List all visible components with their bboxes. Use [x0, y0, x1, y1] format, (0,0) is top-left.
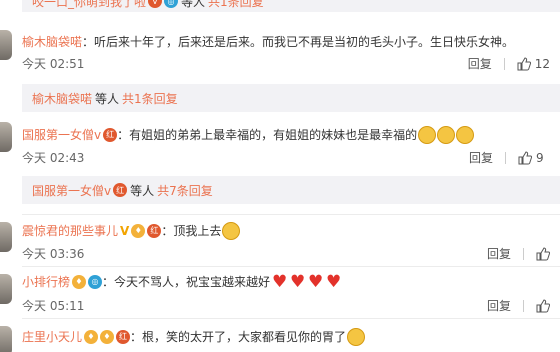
comment-author[interactable]: 震惊君的那些事儿	[22, 223, 118, 239]
divider	[503, 58, 505, 70]
avatar[interactable]	[0, 274, 12, 304]
member-badge-icon: ♦	[84, 330, 99, 344]
comment-time: 今天 05:11	[22, 299, 85, 313]
thumbs-up-icon	[517, 57, 531, 71]
grin-emoji-icon	[456, 126, 475, 144]
comment-body: 榆木脑袋喏 ：听后来十年了，后来还是后来。而我已不再是当初的毛头小子。生日快乐女…	[22, 34, 514, 50]
camera-badge-icon: ◎	[164, 0, 179, 8]
grin-emoji-icon	[437, 126, 456, 144]
reply-button[interactable]: 回复	[487, 298, 511, 314]
divider	[22, 214, 560, 215]
comment-time: 今天 03:36	[22, 247, 85, 261]
thumbs-up-icon	[536, 299, 550, 313]
comment-item: 榆木脑袋喏 ：听后来十年了，后来还是后来。而我已不再是当初的毛头小子。生日快乐女…	[0, 30, 560, 112]
comment-text: ：顶我上去	[161, 224, 222, 238]
comment-author[interactable]: 榆木脑袋喏	[22, 34, 82, 50]
comment-text: ：有姐姐的弟弟上最幸福的，有姐姐的妹妹也是最幸福的	[117, 128, 418, 142]
comment-author[interactable]: 小排行榜	[22, 274, 70, 290]
comment-time: 今天 02:51	[22, 57, 85, 71]
reply-button[interactable]: 回复	[469, 150, 493, 166]
comment-actions: 回复	[487, 246, 550, 262]
heart-emoji-icon: ♥	[308, 272, 324, 292]
avatar[interactable]	[0, 326, 12, 352]
avatar[interactable]	[0, 122, 12, 152]
member-badge-icon: 红	[147, 224, 162, 238]
comment-actions: 回复	[487, 298, 550, 314]
verified-icon: V	[120, 224, 130, 238]
comment-body: 小排行榜 ♦ ◎ ：今天不骂人，祝宝宝越来越好 ♥ ♥ ♥ ♥	[22, 272, 342, 292]
like-button[interactable]: 12	[517, 56, 550, 72]
divider	[523, 300, 524, 312]
like-count: 9	[536, 151, 544, 165]
divider	[22, 318, 560, 319]
comment-author[interactable]: 国服第一女僧v	[22, 127, 101, 143]
like-button[interactable]	[536, 247, 550, 261]
divider	[22, 266, 560, 267]
reply-suffix: 等人	[95, 91, 120, 106]
reply-author[interactable]: 榆木脑袋喏	[32, 90, 92, 107]
reply-summary[interactable]: 国服第一女僧v 红 等人 共7条回复	[22, 176, 560, 204]
reply-suffix: 等人	[130, 183, 155, 198]
reply-author[interactable]: 咬一口_你萌到我了啦	[32, 0, 146, 10]
thumbs-up-icon	[518, 151, 532, 165]
member-badge-icon: ♦	[131, 224, 146, 238]
reply-author[interactable]: 国服第一女僧v	[32, 182, 111, 199]
avatar[interactable]	[0, 222, 12, 252]
reply-count-link[interactable]: 共1条回复	[208, 0, 264, 10]
comment-body: 国服第一女僧v 红 ：有姐姐的弟弟上最幸福的，有姐姐的妹妹也是最幸福的	[22, 126, 475, 144]
reply-count-link[interactable]: 共1条回复	[122, 90, 178, 107]
divider	[505, 152, 506, 164]
comment-item: 国服第一女僧v 红 ：有姐姐的弟弟上最幸福的，有姐姐的妹妹也是最幸福的 今天 0…	[0, 122, 560, 212]
member-badge-icon: 红	[103, 128, 118, 142]
comment-body: 庄里小天儿 ♦ ♦ 红 ：根，笑的太开了，大家都看见你的胃了	[22, 328, 366, 346]
comment-text: ：根，笑的太开了，大家都看见你的胃了	[130, 330, 347, 344]
comment-actions: 回复 12	[468, 56, 550, 72]
member-badge-icon: ♦	[100, 330, 115, 344]
avatar[interactable]	[0, 30, 12, 60]
comment-author[interactable]: 庄里小天儿	[22, 329, 82, 345]
reply-summary-top[interactable]: 咬一口_你萌到我了啦 V ◎ 等人 共1条回复	[22, 0, 560, 12]
member-badge-icon: 红	[116, 330, 131, 344]
grin-emoji-icon	[347, 328, 366, 346]
member-badge-icon: ♦	[72, 275, 87, 289]
camera-badge-icon: ◎	[88, 275, 103, 289]
like-button[interactable]	[536, 299, 550, 313]
comment-time: 今天 02:43	[22, 151, 85, 165]
comment-item: 震惊君的那些事儿 V ♦ 红 ：顶我上去 今天 03:36 回复	[0, 220, 560, 264]
comment-text: ：听后来十年了，后来还是后来。而我已不再是当初的毛头小子。生日快乐女神。	[82, 35, 515, 49]
reply-summary[interactable]: 榆木脑袋喏 等人 共1条回复	[22, 84, 560, 112]
badge-icon: V	[148, 0, 163, 8]
reply-button[interactable]: 回复	[468, 56, 492, 72]
reply-suffix: 等人	[181, 0, 206, 9]
comment-item: 小排行榜 ♦ ◎ ：今天不骂人，祝宝宝越来越好 ♥ ♥ ♥ ♥ 今天 05:11…	[0, 272, 560, 316]
grin-emoji-icon	[222, 222, 241, 240]
reply-count-link[interactable]: 共7条回复	[157, 182, 213, 199]
thumbs-up-icon	[536, 247, 550, 261]
member-badge-icon: 红	[113, 183, 128, 197]
like-button[interactable]: 9	[518, 150, 550, 166]
divider	[523, 248, 524, 260]
comment-actions: 回复 9	[469, 150, 550, 166]
like-count: 12	[534, 57, 550, 71]
comment-item: 庄里小天儿 ♦ ♦ 红 ：根，笑的太开了，大家都看见你的胃了	[0, 326, 560, 352]
heart-emoji-icon: ♥	[272, 272, 288, 292]
heart-emoji-icon: ♥	[290, 272, 306, 292]
heart-emoji-icon: ♥	[326, 272, 342, 292]
comment-body: 震惊君的那些事儿 V ♦ 红 ：顶我上去	[22, 222, 241, 240]
grin-emoji-icon	[418, 126, 437, 144]
comment-text: ：今天不骂人，祝宝宝越来越好	[102, 275, 271, 289]
reply-button[interactable]: 回复	[487, 246, 511, 262]
